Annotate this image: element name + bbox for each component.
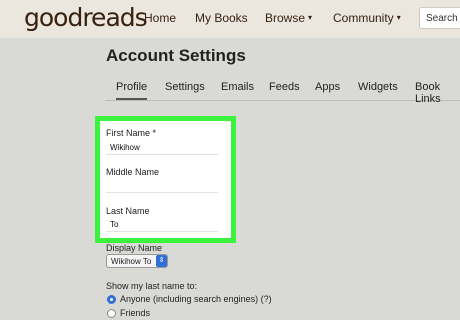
nav-browse-label: Browse [265,11,306,25]
tab-book-links[interactable]: Book Links [415,81,460,105]
tab-settings[interactable]: Settings [165,81,205,93]
nav-community[interactable]: Community ▾ [333,11,401,25]
nav-my-books[interactable]: My Books [195,11,248,25]
middle-name-field[interactable] [106,179,218,193]
last-name-field[interactable]: To [106,218,218,232]
radio-anyone-label: Anyone (including search engines) (?) [120,294,272,304]
tab-emails[interactable]: Emails [221,81,254,93]
search-input[interactable]: Search b [419,7,460,29]
tab-profile[interactable]: Profile [116,81,148,100]
nav-my-books-label: My Books [195,11,248,25]
first-name-field[interactable]: Wikihow [106,141,218,155]
display-name-value: Wikihow To [111,257,152,266]
tab-feeds[interactable]: Feeds [269,81,300,93]
radio-anyone[interactable] [107,295,116,304]
chevron-down-icon: ▾ [308,13,313,22]
page-title: Account Settings [106,46,246,65]
radio-friends-label: Friends [120,308,151,318]
middle-name-label: Middle Name [106,167,160,177]
radio-friends[interactable] [107,309,116,318]
tab-widgets[interactable]: Widgets [358,81,398,93]
display-name-label: Display Name [106,243,163,253]
top-navigation-bar: goodreads Home My Books Browse ▾ Communit… [0,0,460,38]
first-name-label: First Name * [106,128,157,138]
nav-browse[interactable]: Browse ▾ [265,11,312,25]
chevron-down-icon: ▾ [396,13,401,22]
goodreads-logo[interactable]: goodreads [24,3,148,32]
select-arrows-icon: ⇕ [156,255,167,267]
nav-home-label: Home [144,11,177,25]
display-name-select[interactable]: Wikihow To ⇕ [106,254,168,268]
show-last-name-label: Show my last name to: [106,281,198,291]
nav-home[interactable]: Home [144,11,176,25]
last-name-label: Last Name [106,206,150,216]
settings-tabs: Profile Settings Emails Feeds Apps Widge… [105,74,460,105]
nav-community-label: Community [333,11,394,25]
tab-apps[interactable]: Apps [315,81,340,93]
name-fields-highlight: First Name * Wikihow Middle Name Last Na… [95,116,236,243]
